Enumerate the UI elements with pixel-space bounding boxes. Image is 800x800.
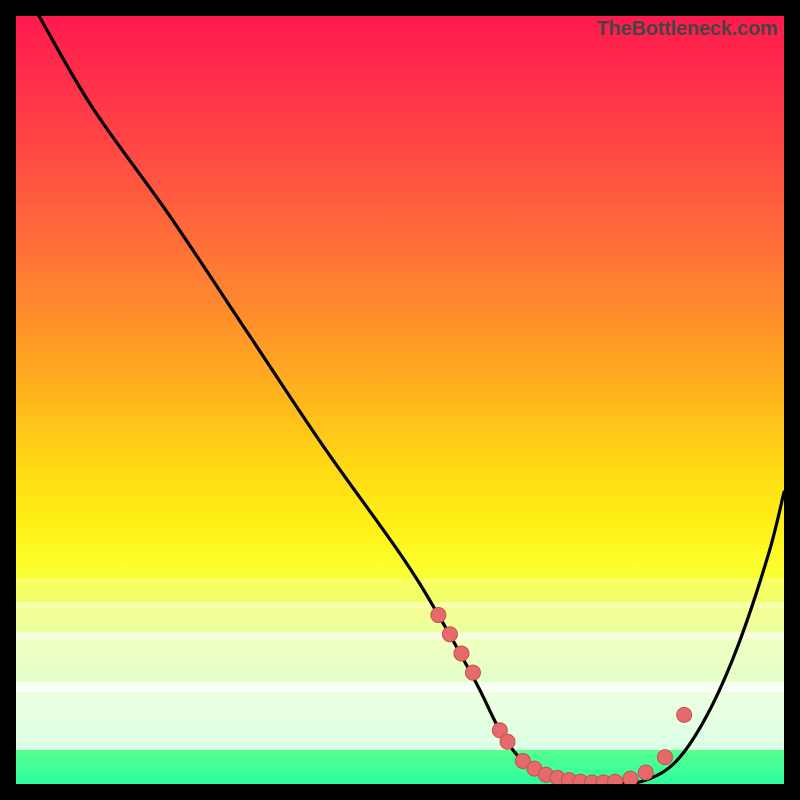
chart-frame: TheBottleneck.com xyxy=(16,16,784,784)
highlight-band xyxy=(16,682,784,750)
watermark-text: TheBottleneck.com xyxy=(597,18,778,41)
